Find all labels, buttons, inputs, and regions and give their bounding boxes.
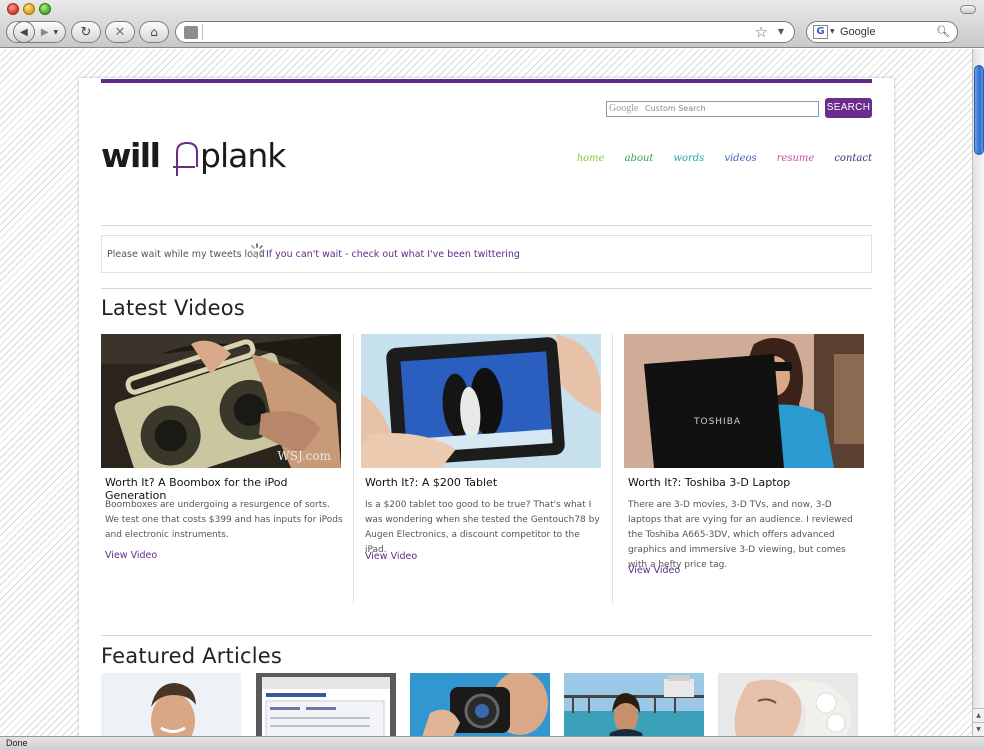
videos-divider	[101, 635, 872, 636]
view-video-link[interactable]: View Video	[105, 550, 157, 561]
toolbar-toggle-button[interactable]	[960, 5, 976, 14]
view-video-link[interactable]: View Video	[365, 551, 417, 562]
stop-button[interactable]: ✕	[105, 21, 135, 43]
article-thumbnail[interactable]	[564, 673, 704, 736]
video-separator	[353, 334, 354, 604]
video-description: Boomboxes are undergoing a resurgence of…	[105, 500, 343, 540]
browser-toolbar: ◀ ▶ ▼ ↻ ✕ ⌂ ☆ ▼ G ▼ Google 🔍︎	[0, 0, 984, 48]
search-icon[interactable]: 🔍︎	[936, 25, 950, 38]
video-thumbnail-boombox[interactable]: WSJ.com	[101, 334, 341, 468]
page-viewport: Google Custom Search SEARCH will plank h…	[0, 49, 972, 736]
scroll-down-arrow-icon[interactable]: ▼	[973, 722, 984, 736]
accent-bar	[101, 79, 872, 83]
address-dropdown-icon[interactable]: ▼	[778, 27, 784, 36]
minimize-window-button[interactable]	[23, 3, 35, 15]
view-video-link[interactable]: View Video	[628, 565, 680, 576]
back-arrow-icon: ◀	[19, 26, 28, 38]
video-title[interactable]: Worth It?: Toshiba 3-D Laptop	[628, 476, 862, 489]
nav-resume[interactable]: resume	[777, 153, 815, 164]
address-separator	[202, 24, 203, 40]
video-description: There are 3-D movies, 3-D TVs, and now, …	[628, 500, 853, 570]
vertical-scrollbar[interactable]: ▲ ▼	[972, 49, 984, 736]
site-page: Google Custom Search SEARCH will plank h…	[79, 78, 894, 736]
reload-icon: ↻	[80, 24, 92, 40]
video-description: Is a $200 tablet too good to be true? Th…	[365, 500, 600, 555]
article-thumbnail[interactable]	[718, 673, 858, 736]
browser-search-field[interactable]: G ▼ Google 🔍︎	[806, 21, 958, 43]
forward-button[interactable]: ▶	[41, 27, 49, 38]
loading-spinner-icon	[249, 243, 265, 259]
bookmark-star-icon[interactable]: ☆	[755, 23, 768, 41]
custom-search-placeholder: Custom Search	[645, 104, 706, 113]
reload-button[interactable]: ↻	[71, 21, 101, 43]
nav-words[interactable]: words	[673, 153, 704, 164]
scroll-up-arrow-icon[interactable]: ▲	[973, 708, 984, 722]
svg-text:will: will	[101, 136, 159, 175]
toshiba-label: TOSHIBA	[693, 417, 741, 427]
browser-search-placeholder: Google	[840, 26, 876, 38]
nav-videos[interactable]: videos	[724, 153, 756, 164]
home-icon: ⌂	[150, 25, 158, 39]
nav-about[interactable]: about	[625, 153, 654, 164]
back-forward-control: ◀ ▶ ▼	[6, 21, 66, 43]
close-window-button[interactable]	[7, 3, 19, 15]
latest-videos-heading: Latest Videos	[101, 296, 245, 320]
video-separator	[612, 334, 613, 604]
scrollbar-arrows: ▲ ▼	[973, 708, 984, 736]
svg-text:plank: plank	[200, 136, 287, 175]
tweets-loading-text: Please wait while my tweets load	[107, 249, 265, 260]
status-text: Done	[6, 738, 28, 748]
nav-contact[interactable]: contact	[834, 153, 872, 164]
favicon-icon	[184, 26, 198, 39]
article-thumbnail[interactable]	[101, 673, 241, 736]
main-nav: home about words videos resume contact	[557, 153, 872, 164]
search-button[interactable]: SEARCH	[825, 98, 872, 118]
tweets-box: Please wait while my tweets load If you …	[101, 235, 872, 273]
address-bar[interactable]: ☆ ▼	[175, 21, 795, 43]
nav-home[interactable]: home	[577, 153, 605, 164]
scrollbar-thumb[interactable]	[974, 65, 984, 155]
zoom-window-button[interactable]	[39, 3, 51, 15]
status-bar: Done	[0, 736, 984, 750]
google-brand: Google	[609, 103, 639, 114]
search-engine-dropdown-icon[interactable]: ▼	[830, 28, 835, 35]
stop-icon: ✕	[114, 24, 126, 40]
header-divider	[101, 225, 872, 226]
custom-search-input[interactable]: Google Custom Search	[606, 101, 819, 117]
wsj-watermark: WSJ.com	[277, 449, 331, 463]
search-engine-icon[interactable]: G	[813, 25, 828, 39]
history-dropdown-icon[interactable]: ▼	[54, 29, 59, 36]
video-thumbnail-laptop[interactable]: TOSHIBA	[624, 334, 864, 468]
tweets-divider	[101, 288, 872, 289]
site-logo[interactable]: will plank	[101, 136, 295, 178]
home-button[interactable]: ⌂	[139, 21, 169, 43]
video-thumbnail-tablet[interactable]	[361, 334, 601, 468]
back-button[interactable]: ◀	[12, 21, 35, 43]
article-thumbnail[interactable]	[410, 673, 550, 736]
video-title[interactable]: Worth It?: A $200 Tablet	[365, 476, 599, 489]
twitter-link[interactable]: If you can't wait - check out what I've …	[266, 249, 520, 260]
article-thumbnail[interactable]	[256, 673, 396, 736]
featured-articles-heading: Featured Articles	[101, 644, 283, 668]
